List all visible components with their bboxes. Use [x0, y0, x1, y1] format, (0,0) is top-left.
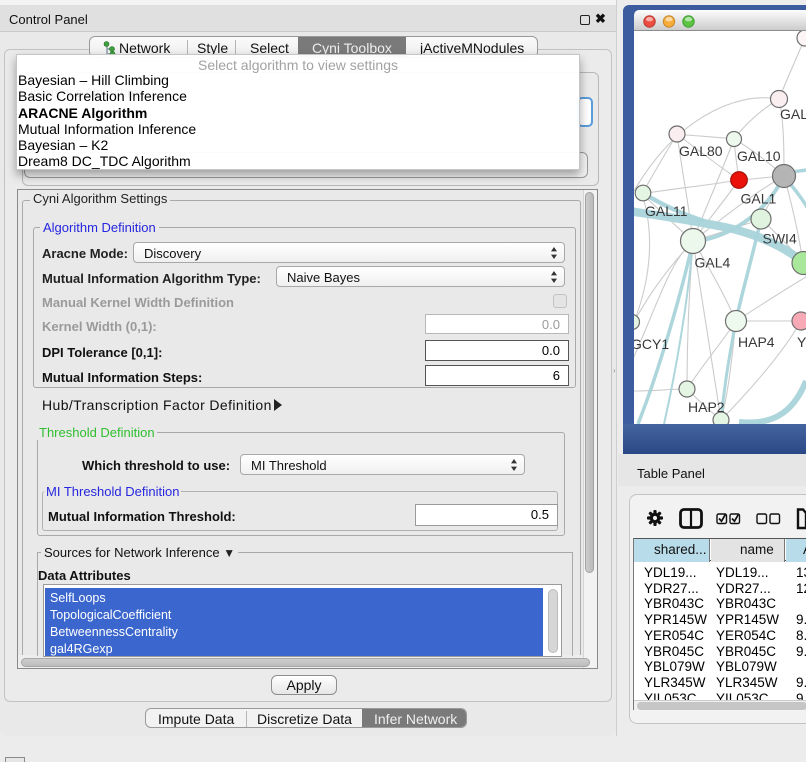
svg-text:GCY1: GCY1 — [634, 336, 669, 352]
svg-text:GAL80: GAL80 — [679, 143, 723, 159]
svg-text:HAP2: HAP2 — [688, 399, 725, 415]
svg-text:GAL11: GAL11 — [645, 203, 688, 219]
svg-text:GAL7: GAL7 — [780, 106, 806, 122]
svg-text:GAL4: GAL4 — [695, 255, 731, 271]
svg-text:GAL1: GAL1 — [741, 191, 777, 207]
svg-text:SWI4: SWI4 — [763, 231, 797, 247]
svg-text:Y: Y — [797, 334, 806, 350]
svg-text:GAL10: GAL10 — [737, 148, 781, 164]
svg-text:HAP4: HAP4 — [738, 334, 775, 350]
